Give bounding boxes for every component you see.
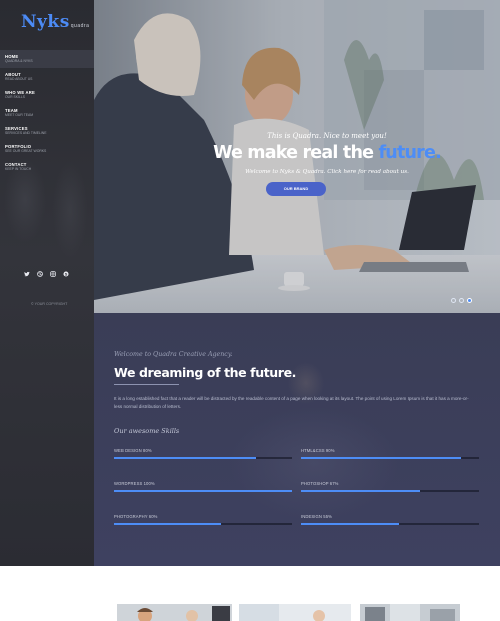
slider-dot-1[interactable] [451,298,456,303]
skill-fill [114,457,257,459]
skill-label: WEB DESIGN 80% [114,448,152,453]
main-nav: HOME QUADRA & NYKS ABOUT READ ABOUT US W… [0,50,94,176]
about-divider [114,384,179,385]
slider-dot-3[interactable] [467,298,472,303]
portfolio-thumbnail-1[interactable] [117,604,232,621]
hero-section: This is Quadra. Nice to meet you! We mak… [94,0,500,313]
nav-item-sublabel: SEE OUR GREAT WORKS [5,149,47,153]
nav-item-sublabel: QUADRA & NYKS [5,59,33,63]
slider-pagination [451,298,472,303]
skill-indesign: INDESIGN 55% [301,514,479,525]
sidebar: Nyksquadra HOME QUADRA & NYKS ABOUT READ… [0,0,94,566]
nav-item-team[interactable]: TEAM MEET OUR TEAM [0,104,94,122]
about-section: Welcome to Quadra Creative Agency. We dr… [94,313,500,566]
social-links: S [24,271,69,277]
about-title: We dreaming of the future. [114,365,296,380]
skill-track [114,490,292,492]
nav-item-sublabel: MEET OUR TEAM [5,113,34,117]
skill-track [114,457,292,459]
skill-fill [114,523,221,525]
brand-tagline: quadra [70,23,90,29]
about-paragraph: It is a long established fact that a rea… [114,396,469,409]
portfolio-thumbnail-2[interactable] [239,604,351,621]
skill-photoshop: PHOTOSHOP 67% [301,481,479,492]
nav-item-services[interactable]: SERVICES SERVICES AND TIMELINE [0,122,94,140]
skill-label: PHOTOSHOP 67% [301,481,339,486]
skill-label: WORDPRESS 100% [114,481,155,486]
skill-html-css: HTML&CSS 90% [301,448,479,459]
portfolio-thumbnail-3[interactable] [360,604,460,621]
skill-label: PHOTOGRAPHY 60% [114,514,158,519]
about-kicker: Welcome to Quadra Creative Agency. [114,351,233,358]
brand-name: Nyks [21,12,70,32]
nav-item-sublabel: KEEP IN TOUCH [5,167,32,171]
skill-fill [301,457,462,459]
our-brand-button[interactable]: OUR BRAND [266,182,326,196]
skills-heading: Our awesome Skills [114,427,180,435]
copyright-text: © YOUR COPYRIGHT [31,302,68,306]
skill-photography: PHOTOGRAPHY 60% [114,514,292,525]
nav-item-contact[interactable]: CONTACT KEEP IN TOUCH [0,158,94,176]
skill-fill [114,490,292,492]
hero-text: This is Quadra. Nice to meet you! We mak… [94,132,500,175]
skill-track [301,523,479,525]
skype-icon[interactable]: S [63,271,69,277]
nav-item-who-we-are[interactable]: WHO WE ARE OUR SKILLS [0,86,94,104]
nav-item-sublabel: OUR SKILLS [5,95,25,99]
dribbble-icon[interactable] [37,271,43,277]
skill-track [301,457,479,459]
skill-label: INDESIGN 55% [301,514,332,519]
instagram-icon[interactable] [50,271,56,277]
brand-logo[interactable]: Nyksquadra [21,12,89,32]
skill-fill [301,490,421,492]
skill-wordpress: WORDPRESS 100% [114,481,292,492]
slider-dot-2[interactable] [459,298,464,303]
hero-title-main: We make real the [213,143,374,163]
twitter-icon[interactable] [24,271,30,277]
skill-label: HTML&CSS 90% [301,448,335,453]
skill-track [114,523,292,525]
skill-fill [301,523,399,525]
nav-item-sublabel: SERVICES AND TIMELINE [5,131,47,135]
hero-tagline: This is Quadra. Nice to meet you! [267,132,387,140]
hero-title: We make real the future. [154,143,500,163]
nav-item-portfolio[interactable]: PORTFOLIO SEE OUR GREAT WORKS [0,140,94,158]
hero-title-highlight: future. [378,143,441,163]
portfolio-section [94,566,500,621]
skill-track [301,490,479,492]
svg-text:S: S [65,271,68,276]
nav-item-about[interactable]: ABOUT READ ABOUT US [0,68,94,86]
nav-item-sublabel: READ ABOUT US [5,77,33,81]
hero-subtitle[interactable]: Welcome to Nyks & Quadra. Click here for… [154,169,500,175]
skill-web-design: WEB DESIGN 80% [114,448,292,459]
nav-item-home[interactable]: HOME QUADRA & NYKS [0,50,94,68]
